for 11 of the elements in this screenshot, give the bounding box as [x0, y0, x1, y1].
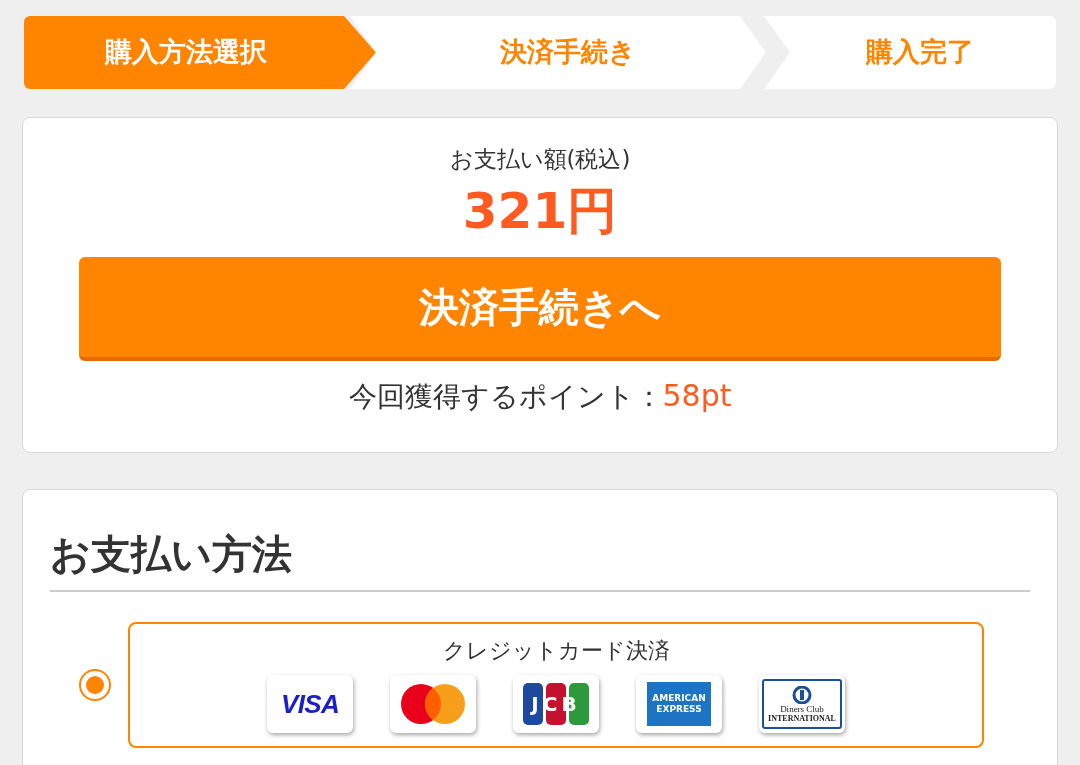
diners-logo: Diners Club INTERNATIONAL	[762, 679, 842, 729]
amount: 321円	[462, 180, 618, 242]
points-label: 今回獲得するポイント：	[348, 378, 663, 415]
amount-label: お支払い額(税込)	[449, 145, 631, 174]
radio-button[interactable]	[79, 669, 111, 701]
payment-title: お支払い方法	[50, 524, 1030, 592]
option-label: クレジットカード決済	[442, 637, 670, 665]
points-value: 58pt	[662, 376, 732, 415]
visa-logo: VISA	[280, 687, 340, 721]
amex-logo: AMERICAN EXPRESS	[647, 682, 711, 726]
mastercard-logo-icon	[400, 683, 466, 725]
